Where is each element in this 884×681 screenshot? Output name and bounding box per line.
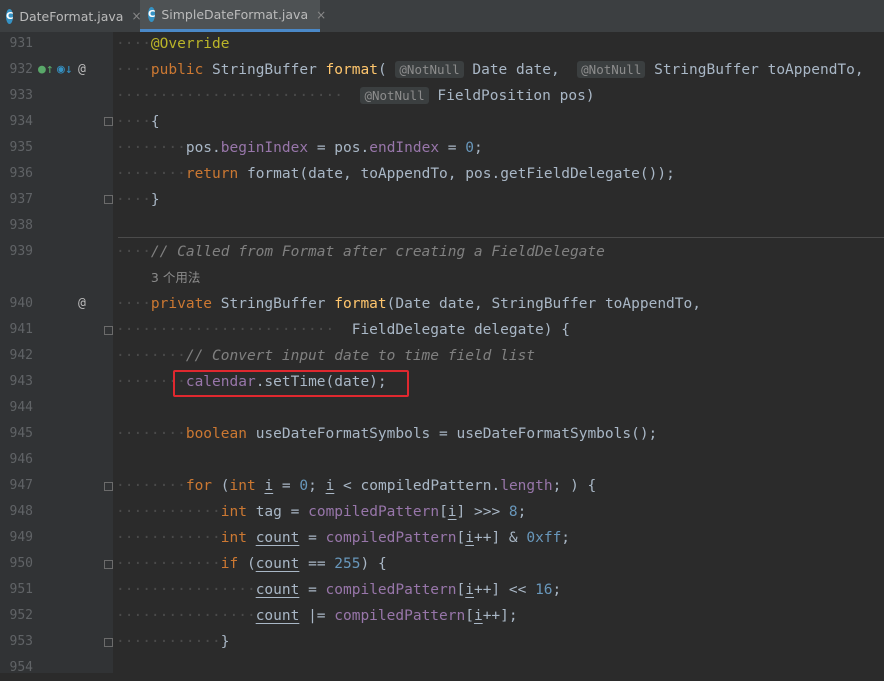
code-line: 948 ············int tag = compiledPatter… bbox=[0, 499, 884, 525]
close-tab-icon[interactable]: × bbox=[316, 8, 326, 22]
code-line: 943 ········calendar.setTime(date); bbox=[0, 369, 884, 395]
line-number: 933 bbox=[9, 88, 33, 103]
notnull-hint: @NotNull bbox=[360, 87, 429, 104]
line-number: 943 bbox=[9, 374, 33, 389]
line-number: 936 bbox=[9, 166, 33, 181]
code-line: 934 ····{ bbox=[0, 109, 884, 135]
usages-hint[interactable]: 3 个用法 bbox=[0, 265, 884, 291]
code-line: 940 @ ····private StringBuffer format(Da… bbox=[0, 291, 884, 317]
line-number: 944 bbox=[9, 400, 33, 415]
code-line: 938 bbox=[0, 213, 884, 239]
code-line: 939 ····// Called from Format after crea… bbox=[0, 239, 884, 265]
line-number: 946 bbox=[9, 452, 33, 467]
code-line: 947 ········for (int i = 0; i < compiled… bbox=[0, 473, 884, 499]
line-number: 951 bbox=[9, 582, 33, 597]
code-line: 953 ············} bbox=[0, 629, 884, 655]
notnull-hint: @NotNull bbox=[395, 61, 464, 78]
code-line: 954 bbox=[0, 655, 884, 681]
code-line: 937 ····} bbox=[0, 187, 884, 213]
line-number: 949 bbox=[9, 530, 33, 545]
annotation-marker-icon[interactable]: @ bbox=[78, 57, 86, 83]
line-number: 935 bbox=[9, 140, 33, 155]
line-number: 932 bbox=[9, 62, 33, 77]
code-line: 933 ·························· @NotNull … bbox=[0, 83, 884, 109]
line-number: 952 bbox=[9, 608, 33, 623]
annotation-marker-icon[interactable]: @ bbox=[78, 291, 86, 317]
override-method-icon[interactable]: ●↑ bbox=[38, 57, 54, 83]
tab-label: SimpleDateFormat.java bbox=[161, 7, 309, 22]
tab-dateformat[interactable]: C DateFormat.java × bbox=[4, 0, 142, 32]
code-line: 950 ············if (count == 255) { bbox=[0, 551, 884, 577]
line-number: 938 bbox=[9, 218, 33, 233]
line-number: 953 bbox=[9, 634, 33, 649]
notnull-hint: @NotNull bbox=[577, 61, 646, 78]
code-line: 931 ····@Override bbox=[0, 31, 884, 57]
code-line: 952 ················count |= compiledPat… bbox=[0, 603, 884, 629]
code-line: 932 ●↑ ◉↓ @ ····public StringBuffer form… bbox=[0, 57, 884, 83]
code-line: 949 ············int count = compiledPatt… bbox=[0, 525, 884, 551]
line-number: 939 bbox=[9, 244, 33, 259]
line-number: 934 bbox=[9, 114, 33, 129]
code-line: 941 ························· FieldDeleg… bbox=[0, 317, 884, 343]
code-line: 936 ········return format(date, toAppend… bbox=[0, 161, 884, 187]
code-line: 945 ········boolean useDateFormatSymbols… bbox=[0, 421, 884, 447]
implemented-method-icon[interactable]: ◉↓ bbox=[57, 57, 73, 83]
line-number: 947 bbox=[9, 478, 33, 493]
java-class-icon: C bbox=[6, 8, 14, 24]
editor-tab-bar: C DateFormat.java × C SimpleDateFormat.j… bbox=[0, 0, 884, 33]
tab-simpledateformat[interactable]: C SimpleDateFormat.java × bbox=[140, 0, 326, 32]
code-line: 946 bbox=[0, 447, 884, 473]
tab-label: DateFormat.java bbox=[19, 8, 124, 24]
line-number: 941 bbox=[9, 322, 33, 337]
highlight-box bbox=[173, 370, 409, 397]
line-number: 950 bbox=[9, 556, 33, 571]
line-number: 942 bbox=[9, 348, 33, 363]
line-number: 931 bbox=[9, 36, 33, 51]
line-number: 948 bbox=[9, 504, 33, 519]
java-class-icon: C bbox=[148, 7, 156, 22]
line-number: 945 bbox=[9, 426, 33, 441]
code-line: 944 bbox=[0, 395, 884, 421]
line-number: 937 bbox=[9, 192, 33, 207]
code-line: 942 ········// Convert input date to tim… bbox=[0, 343, 884, 369]
line-number: 954 bbox=[9, 660, 33, 675]
line-number: 940 bbox=[9, 296, 33, 311]
code-line: 951 ················count = compiledPatt… bbox=[0, 577, 884, 603]
code-line: 935 ········pos.beginIndex = pos.endInde… bbox=[0, 135, 884, 161]
